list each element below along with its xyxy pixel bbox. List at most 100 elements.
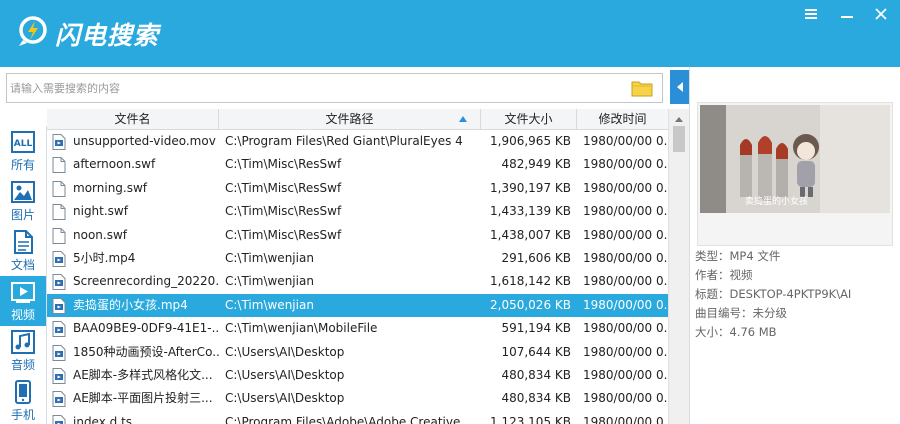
category-audio[interactable]: 音频 <box>0 326 46 376</box>
modified-time-cell: 1980/00/00 0... <box>583 251 668 265</box>
thumbnail-caption: 卖捣蛋的小女孩 <box>745 197 809 207</box>
metadata-line: 大小：4.76 MB <box>695 325 777 339</box>
category-label: 所有 <box>10 158 35 172</box>
metadata-line: 作者：视频 <box>695 268 753 282</box>
file-icon <box>52 157 66 174</box>
file-size-cell: 480,834 KB <box>501 391 571 406</box>
file-name-cell: night.swf <box>73 204 128 219</box>
category-sidebar: ALL 所有 图片 文档 视频 音频 手机 <box>0 126 47 424</box>
file-size-cell: 1,438,007 KB <box>490 227 571 242</box>
column-header-time[interactable]: 修改时间 <box>577 109 668 130</box>
file-name-cell: 5小时.mp4 <box>73 251 136 265</box>
table-row[interactable]: 卖捣蛋的小女孩.mp4 C:\Tim\wenjian 2,050,026 KB 198… <box>47 293 668 318</box>
file-name-cell: BAA09BE9-0DF9-41E1-... <box>73 321 219 336</box>
table-header: 文件名 文件路径 文件大小 修改时间 <box>47 109 668 130</box>
file-name-cell: afternoon.swf <box>73 157 156 172</box>
document-icon <box>14 230 33 254</box>
sort-ascending-icon <box>459 116 467 122</box>
modified-time-cell: 1980/00/00 0... <box>583 368 668 382</box>
table-row[interactable]: AE脚本-多样式风格化文... C:\Users\AI\Desktop 480,83… <box>47 364 668 388</box>
audio-icon <box>11 330 35 354</box>
file-path-cell: C:\Users\AI\Desktop <box>225 368 345 382</box>
table-row[interactable]: Screenrecording_20220... C:\Tim\wenjian 1,… <box>47 270 668 294</box>
minimize-icon <box>841 16 853 18</box>
image-icon <box>11 181 35 203</box>
table-row[interactable]: night.swf C:\Tim\Misc\ResSwf 1,433,139 KB 1… <box>47 200 668 224</box>
category-all[interactable]: ALL 所有 <box>0 126 46 176</box>
video-thumbnail: 卖捣蛋的小女孩 <box>697 102 893 246</box>
table-row[interactable]: AE脚本-平面图片投射三... C:\Users\AI\Desktop 480,83… <box>47 387 668 411</box>
file-path-cell: C:\Tim\Misc\ResSwf <box>225 227 342 242</box>
metadata-line: 标题：DESKTOP-4PKTP9K\AI <box>695 287 852 301</box>
file-path-cell: C:\Tim\Misc\ResSwf <box>225 204 342 219</box>
table-row[interactable]: 5小时.mp4 C:\Tim\wenjian 291,606 KB 1980/00/0… <box>47 247 668 271</box>
category-video[interactable]: 视频 <box>0 276 46 326</box>
modified-time-cell: 1980/00/00 0... <box>583 134 668 148</box>
file-path-cell: C:\Users\AI\Desktop <box>225 344 345 359</box>
video-file-icon <box>52 274 66 291</box>
column-header-name[interactable]: 文件名 <box>47 109 219 130</box>
app-logo-icon <box>19 16 47 46</box>
table-row[interactable]: index.d.ts C:\Program Files\Adobe\Adobe C… <box>47 410 668 424</box>
table-row[interactable]: BAA09BE9-0DF9-41E1-... C:\Tim\wenjian\Mob… <box>47 317 668 341</box>
file-name-cell: Screenrecording_20220... <box>73 274 219 289</box>
modified-time-cell: 1980/00/00 0... <box>583 414 668 424</box>
category-label: 图片 <box>10 208 35 222</box>
file-name-cell: unsupported-video.mov <box>73 134 216 148</box>
folder-icon[interactable] <box>631 79 653 97</box>
table-row[interactable]: morning.swf C:\Tim\Misc\ResSwf 1,390,197 K… <box>47 176 668 201</box>
minimize-button[interactable] <box>836 4 858 24</box>
file-name-cell: AE脚本-多样式风格化文... <box>73 368 213 382</box>
file-size-cell: 2,050,026 KB <box>490 297 571 312</box>
category-label: 视频 <box>10 308 35 322</box>
table-row[interactable]: noon.swf C:\Tim\Misc\ResSwf 1,438,007 KB 19… <box>47 223 668 247</box>
file-path-cell: C:\Program Files\Adobe\Adobe Creative ..… <box>225 414 476 424</box>
scroll-thumb[interactable] <box>673 126 685 152</box>
table-scrollbar[interactable] <box>668 109 689 424</box>
table-row[interactable]: unsupported-video.mov C:\Program Files\Re… <box>47 130 668 154</box>
file-size-cell: 591,194 KB <box>501 321 571 336</box>
metadata-line: 类型：MP4 文件 <box>695 249 781 263</box>
video-file-icon <box>52 321 66 338</box>
file-size-cell: 482,949 KB <box>501 157 571 172</box>
file-name-cell: AE脚本-平面图片投射三... <box>73 391 213 406</box>
collapse-preview-button[interactable] <box>670 70 689 104</box>
file-name-cell: index.d.ts <box>73 414 133 424</box>
close-button[interactable] <box>870 4 892 24</box>
file-size-cell: 1,906,965 KB <box>490 134 571 148</box>
menu-button[interactable] <box>800 4 822 24</box>
close-icon <box>875 8 887 20</box>
file-name-cell: morning.swf <box>73 180 148 195</box>
category-document[interactable]: 文档 <box>0 226 46 276</box>
video-file-icon <box>52 344 66 361</box>
all-icon: ALL <box>11 131 35 153</box>
category-label: 音频 <box>10 358 35 372</box>
preview-panel: 卖捣蛋的小女孩 类型：MP4 文件 作者：视频标题：DESKTOP-4PKTP9K… <box>689 67 900 424</box>
svg-text:ALL: ALL <box>14 139 33 149</box>
modified-time-cell: 1980/00/00 0... <box>583 157 668 172</box>
scroll-up-icon[interactable] <box>675 117 683 122</box>
title-bar: 闪电搜索 <box>0 0 900 67</box>
video-file-icon <box>52 368 66 384</box>
category-image[interactable]: 图片 <box>0 176 46 226</box>
thumbnail-image: 卖捣蛋的小女孩 <box>700 105 890 213</box>
app-title: 闪电搜索 <box>55 21 160 50</box>
category-phone[interactable]: 手机 <box>0 376 46 424</box>
file-path-cell: C:\Tim\Misc\ResSwf <box>225 180 342 195</box>
file-size-cell: 1,618,142 KB <box>490 274 571 289</box>
modified-time-cell: 1980/00/00 0... <box>583 227 668 242</box>
column-header-size[interactable]: 文件大小 <box>481 109 577 130</box>
file-name-cell: noon.swf <box>73 227 127 242</box>
table-row[interactable]: afternoon.swf C:\Tim\Misc\ResSwf 482,949 K… <box>47 153 668 177</box>
table-row[interactable]: 1850种动画预设-AfterCo... C:\Users\AI\Desktop 1… <box>47 340 668 364</box>
menu-icon <box>805 9 817 19</box>
modified-time-cell: 1980/00/00 0... <box>583 321 668 336</box>
video-file-icon <box>52 414 66 424</box>
search-input[interactable] <box>10 77 620 99</box>
column-header-path-label: 文件路径 <box>325 112 374 126</box>
column-header-path[interactable]: 文件路径 <box>219 109 481 130</box>
file-size-cell: 291,606 KB <box>501 251 571 265</box>
file-metadata: 类型：MP4 文件 作者：视频标题：DESKTOP-4PKTP9K\AI 曲目编号：… <box>695 247 900 342</box>
file-name-cell: 1850种动画预设-AfterCo... <box>73 344 219 359</box>
metadata-line: 曲目编号：未分级 <box>695 306 787 320</box>
